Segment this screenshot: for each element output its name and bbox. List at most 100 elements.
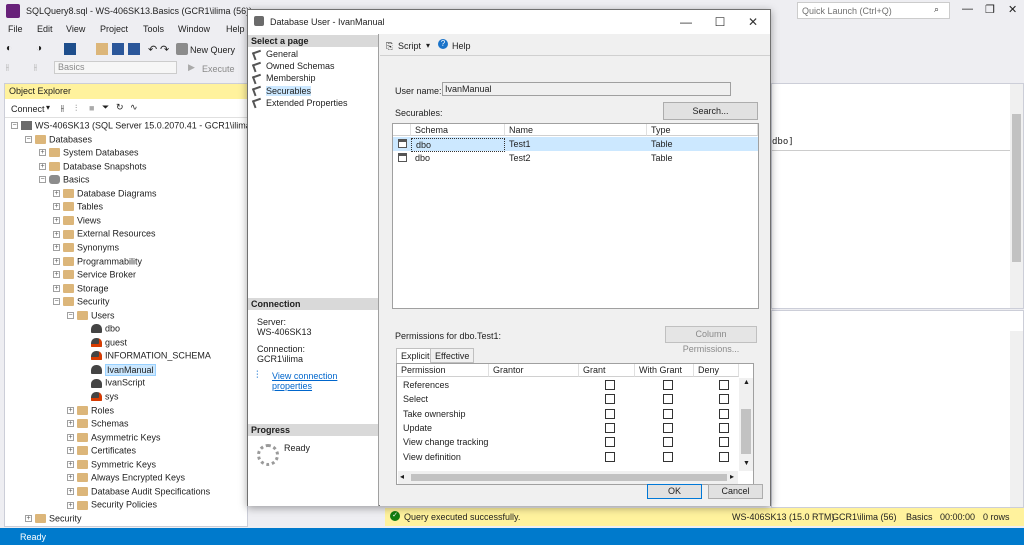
menu-file[interactable]: File <box>8 24 23 34</box>
execute-icon[interactable]: ▶ <box>188 62 200 74</box>
expand-icon[interactable]: + <box>39 162 46 170</box>
deny-checkbox[interactable] <box>719 422 729 433</box>
grant-checkbox[interactable] <box>605 394 615 405</box>
new-query-button[interactable]: New Query <box>190 45 235 55</box>
forward-icon[interactable]: ◑ <box>36 43 48 55</box>
scroll-down-icon[interactable]: ▼ <box>743 460 750 467</box>
tree-node[interactable]: guest <box>81 337 127 350</box>
cancel-button[interactable]: Cancel <box>708 484 763 499</box>
save-all-icon[interactable] <box>128 43 140 55</box>
table-row[interactable]: dbo Test2 Table <box>393 151 758 165</box>
tree-node[interactable]: − WS-406SK13 (SQL Server 15.0.2070.41 - G… <box>11 120 254 133</box>
tree-node[interactable]: sys <box>81 391 119 404</box>
grant-checkbox[interactable] <box>605 451 615 462</box>
save-icon[interactable] <box>112 43 124 55</box>
tree-node[interactable]: − Users <box>67 310 115 323</box>
scroll-up-icon[interactable]: ▲ <box>743 379 750 386</box>
tree-node[interactable]: + Database Snapshots <box>39 161 147 174</box>
page-item-general[interactable]: General <box>251 48 298 60</box>
tree-node[interactable]: − Databases <box>25 134 92 147</box>
expand-icon[interactable]: + <box>39 149 46 157</box>
minimize-icon[interactable]: — <box>962 3 973 15</box>
tree-node[interactable]: + Security <box>25 513 82 526</box>
collapse-icon[interactable]: − <box>25 135 32 143</box>
expand-icon[interactable]: + <box>53 257 60 265</box>
expand-icon[interactable]: + <box>53 216 60 224</box>
with-grant-checkbox[interactable] <box>663 437 673 448</box>
tree-node[interactable]: + Database Diagrams <box>53 188 157 201</box>
grant-checkbox[interactable] <box>605 422 615 433</box>
quick-launch-input[interactable]: Quick Launch (Ctrl+Q) ⌕ <box>797 2 950 19</box>
with-grant-checkbox[interactable] <box>663 451 673 462</box>
perm-header-with-grant[interactable]: With Grant <box>635 364 694 377</box>
tree-node[interactable]: IvanScript <box>81 377 145 390</box>
grid-header-schema[interactable]: Schema <box>411 124 505 136</box>
restore-icon[interactable]: ❐ <box>985 3 995 16</box>
dialog-maximize-icon[interactable]: ☐ <box>712 14 728 30</box>
perm-header-grantor[interactable]: Grantor <box>489 364 579 377</box>
column-permissions-button[interactable]: Column Permissions... <box>665 326 757 354</box>
expand-icon[interactable]: + <box>53 230 60 238</box>
perm-header-grant[interactable]: Grant <box>579 364 635 377</box>
tree-node[interactable]: INFORMATION_SCHEMA <box>81 350 211 363</box>
tree-node[interactable]: + Symmetric Keys <box>67 459 156 472</box>
chevron-down-icon[interactable]: ▾ <box>426 41 430 50</box>
deny-checkbox[interactable] <box>719 451 729 462</box>
expand-icon[interactable]: + <box>67 487 74 495</box>
filter-icon[interactable]: ⏷ <box>102 102 109 113</box>
expand-icon[interactable]: + <box>67 420 74 428</box>
expand-icon[interactable]: + <box>67 474 74 482</box>
tree-node[interactable]: + Synonyms <box>53 242 119 255</box>
expand-icon[interactable]: + <box>53 244 60 252</box>
dialog-minimize-icon[interactable]: — <box>678 14 694 30</box>
with-grant-checkbox[interactable] <box>663 380 673 390</box>
expand-icon[interactable]: + <box>25 515 32 523</box>
scroll-left-icon[interactable]: ◂ <box>400 472 404 481</box>
expand-icon[interactable]: + <box>53 189 60 197</box>
tree-node[interactable]: dbo <box>81 323 120 336</box>
deny-checkbox[interactable] <box>719 408 729 419</box>
with-grant-checkbox[interactable] <box>663 394 673 405</box>
menu-help[interactable]: Help <box>226 24 245 34</box>
disconnect-icon[interactable]: ⫲ <box>34 62 46 74</box>
chevron-down-icon[interactable]: ▾ <box>46 103 50 112</box>
perm-vertical-scroll-thumb[interactable] <box>741 409 751 454</box>
expand-icon[interactable]: + <box>67 433 74 441</box>
tree-node[interactable]: + System Databases <box>39 147 139 160</box>
expand-icon[interactable]: + <box>67 447 74 455</box>
tree-node[interactable]: + Always Encrypted Keys <box>67 472 185 485</box>
collapse-icon[interactable]: − <box>67 311 74 319</box>
expand-icon[interactable]: + <box>53 203 60 211</box>
tree-node[interactable]: + Programmability <box>53 256 142 269</box>
menu-project[interactable]: Project <box>100 24 128 34</box>
new-query-icon[interactable] <box>176 43 188 55</box>
grant-checkbox[interactable] <box>605 380 615 390</box>
editor-scrollbar-thumb[interactable] <box>1012 114 1021 262</box>
dialog-close-icon[interactable]: ✕ <box>745 14 761 30</box>
menu-view[interactable]: View <box>66 24 85 34</box>
expand-icon[interactable]: + <box>53 284 60 292</box>
perm-header-permission[interactable]: Permission <box>397 364 489 377</box>
tree-node[interactable]: − Security <box>53 296 110 309</box>
view-connection-properties-link[interactable]: View connection properties <box>272 371 378 391</box>
expand-icon[interactable]: + <box>53 271 60 279</box>
collapse-icon[interactable]: − <box>11 122 18 130</box>
tree-node[interactable]: + Roles <box>67 405 114 418</box>
expand-icon[interactable]: + <box>67 460 74 468</box>
table-row[interactable]: dbo Test1 Table <box>393 137 758 152</box>
connect-icon[interactable]: ⫲ <box>6 62 18 74</box>
stop-icon[interactable]: ■ <box>89 103 94 113</box>
grid-header-type[interactable]: Type <box>647 124 758 136</box>
redo-icon[interactable]: ↷ <box>160 43 172 56</box>
page-item-membership[interactable]: Membership <box>251 72 316 85</box>
menu-tools[interactable]: Tools <box>143 24 164 34</box>
tree-node[interactable]: + Tables <box>53 201 103 214</box>
tree-node[interactable]: − Basics <box>39 174 90 187</box>
query-editor[interactable]: dbo] <box>771 83 1024 309</box>
perm-horizontal-scroll-thumb[interactable] <box>411 474 727 481</box>
deny-checkbox[interactable] <box>719 394 729 405</box>
tree-node[interactable]: + Schemas <box>67 418 129 431</box>
results-scrollbar[interactable] <box>1010 331 1023 507</box>
grant-checkbox[interactable] <box>605 437 615 448</box>
deny-checkbox[interactable] <box>719 437 729 448</box>
